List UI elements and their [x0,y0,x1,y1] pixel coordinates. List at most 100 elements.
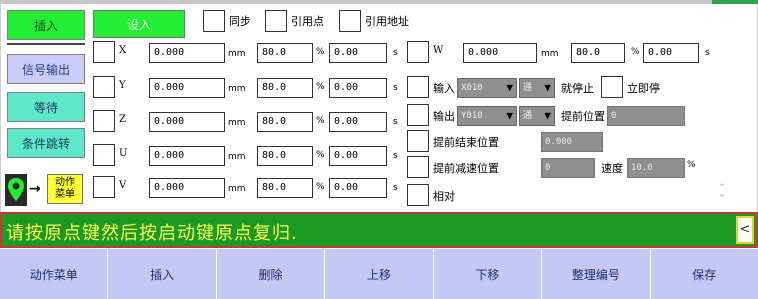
message-text: 请按原点键然后按启动键原点复归. [6,223,298,244]
ref-address-checkbox[interactable] [339,10,361,32]
input-state-select[interactable]: 通 ▼ [519,78,555,98]
output-port-select[interactable]: Y010 ▼ [457,106,517,126]
advance-decel-input[interactable]: 0 [541,158,595,178]
axis-z-delay-input[interactable]: 0.00 [329,112,387,132]
ref-point-checkbox[interactable] [265,10,287,32]
delete-toolbar-button[interactable]: 删除 [217,249,326,299]
immediate-stop-checkbox[interactable] [601,76,623,98]
arrow-right-icon: → [29,181,41,197]
axis-x-speed-input[interactable]: 80.0 [257,43,313,63]
axis-v-delay-input[interactable]: 0.00 [329,178,387,198]
output-label: 输出 [433,110,455,123]
axis-w-position-input[interactable]: 0.000 [463,43,537,63]
axis-x-delay-unit: s [393,48,398,58]
axis-u-speed-unit: % [316,150,325,160]
input-state-value: 通 [523,83,533,93]
axis-v-delay-unit: s [393,183,398,193]
axis-u-pos-unit: mm [228,152,246,162]
input-label: 输入 [433,82,455,95]
axis-u-delay-input[interactable]: 0.00 [329,146,387,166]
axis-z-checkbox[interactable] [93,110,115,132]
advance-end-input[interactable]: 0.000 [541,132,603,152]
axis-y-speed-input[interactable]: 80.0 [257,78,313,98]
axis-w-speed-input[interactable]: 80.0 [571,43,625,63]
axis-v-speed-unit: % [316,182,325,192]
renumber-toolbar-button[interactable]: 整理编号 [542,249,651,299]
immediate-stop-label: 立即停 [627,82,660,95]
axis-w-pos-unit: mm [541,49,559,59]
insert-toolbar-button[interactable]: 插入 [108,249,217,299]
nav-separator [7,43,85,45]
advance-position-input[interactable]: 0 [607,106,685,126]
main-panel: 插入 信号输出 等待 条件跳转 → 动作 菜单 设入 同步 引用点 引用地址 X… [0,4,758,212]
sync-checkbox[interactable] [203,10,225,32]
axis-y-checkbox[interactable] [93,76,115,98]
axis-y-delay-input[interactable]: 0.00 [329,78,387,98]
stop-label: 就停止 [561,82,594,95]
dropdown-arrow-icon: ▼ [506,109,513,122]
nav-signal-output-button[interactable]: 信号输出 [7,54,85,84]
input-checkbox[interactable] [407,76,429,98]
bottom-toolbar: 动作菜单 插入 删除 上移 下移 整理编号 保存 [0,249,758,299]
axis-y-position-input[interactable]: 0.000 [149,78,225,98]
move-down-toolbar-button[interactable]: 下移 [434,249,543,299]
axis-y-pos-unit: mm [228,84,246,94]
axis-x-delay-input[interactable]: 0.00 [329,43,387,63]
ref-address-label: 引用地址 [365,15,409,28]
message-bar: 请按原点键然后按启动键原点复归. < [0,212,758,248]
axis-z-pos-unit: mm [228,118,246,128]
axis-v-position-input[interactable]: 0.000 [149,178,225,198]
axis-z-speed-input[interactable]: 80.0 [257,112,313,132]
axis-u-speed-input[interactable]: 80.0 [257,146,313,166]
advance-end-label: 提前结束位置 [433,136,499,149]
axis-v-speed-input[interactable]: 80.0 [257,178,313,198]
axis-w-checkbox[interactable] [407,41,429,63]
dropdown-arrow-icon: ▼ [544,109,551,122]
action-menu-label: 动作 菜单 [55,177,75,200]
nav-wait-button[interactable]: 等待 [7,92,85,122]
advance-end-checkbox[interactable] [407,130,429,152]
axis-x-pos-unit: mm [228,49,246,59]
output-state-value: 通 [523,111,533,121]
input-port-value: X010 [461,83,483,93]
speed-label: 速度 [601,162,623,175]
speed-input[interactable]: 10.0 [627,158,685,178]
axis-z-position-input[interactable]: 0.000 [149,112,225,132]
action-menu-button[interactable]: 动作 菜单 [47,174,83,204]
advance-decel-label: 提前减速位置 [433,162,499,175]
move-up-toolbar-button[interactable]: 上移 [325,249,434,299]
output-port-value: Y010 [461,111,483,121]
relative-label: 相对 [433,190,455,203]
speed-unit: % [687,160,696,170]
axis-x-name: X [119,45,127,56]
axis-w-delay-input[interactable]: 0.00 [643,43,699,63]
advance-decel-checkbox[interactable] [407,156,429,178]
save-toolbar-button[interactable]: 保存 [651,249,758,299]
ref-point-label: 引用点 [291,15,324,28]
nav-insert-button[interactable]: 插入 [7,10,85,40]
scroll-down-icon[interactable]: ⌄ ⌄ [715,178,729,200]
axis-v-name: V [119,180,127,191]
axis-z-speed-unit: % [316,116,325,126]
axis-x-checkbox[interactable] [93,41,115,63]
set-in-button[interactable]: 设入 [93,10,185,38]
relative-checkbox[interactable] [407,184,429,206]
axis-y-delay-unit: s [393,83,398,93]
action-menu-toolbar-button[interactable]: 动作菜单 [0,249,109,299]
axis-y-name: Y [119,80,126,91]
axis-v-checkbox[interactable] [93,176,115,198]
axis-w-speed-unit: % [631,47,640,57]
axis-z-name: Z [119,114,126,125]
axis-u-checkbox[interactable] [93,144,115,166]
axis-x-speed-unit: % [316,47,325,57]
axis-w-name: W [433,45,444,56]
axis-u-position-input[interactable]: 0.000 [149,146,225,166]
output-checkbox[interactable] [407,104,429,126]
input-port-select[interactable]: X010 ▼ [457,78,517,98]
axis-u-delay-unit: s [393,151,398,161]
message-collapse-button[interactable]: < [736,216,754,244]
output-state-select[interactable]: 通 ▼ [519,106,555,126]
axis-y-speed-unit: % [316,82,325,92]
nav-conditional-jump-button[interactable]: 条件跳转 [7,128,85,158]
axis-x-position-input[interactable]: 0.000 [149,43,225,63]
